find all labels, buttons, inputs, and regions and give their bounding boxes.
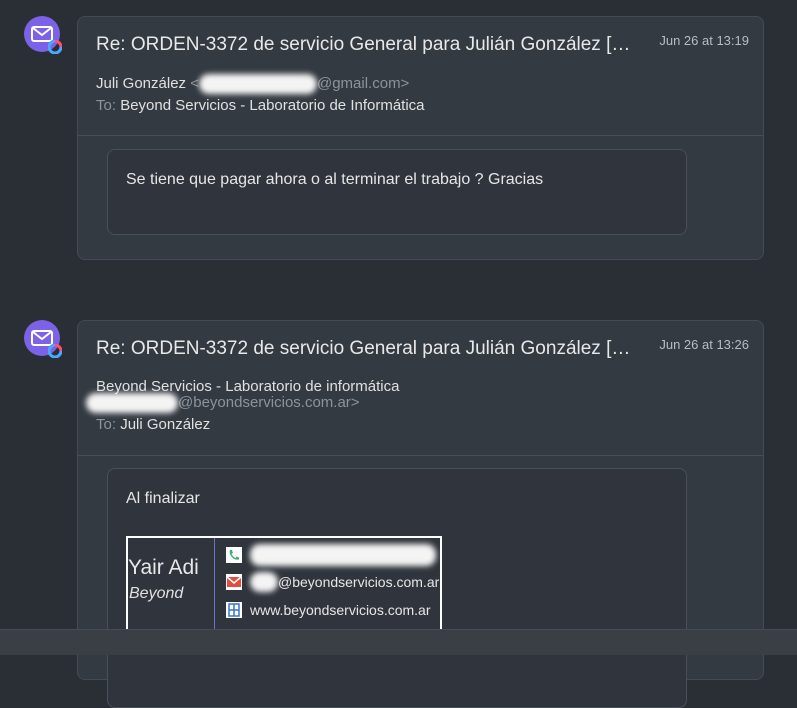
redacted-blur xyxy=(198,74,317,94)
email-signature: Yair Adi Beyond @beyondservicios.com.ar … xyxy=(126,536,442,636)
from-email-domain: @gmail.com> xyxy=(316,74,410,92)
redacted-blur xyxy=(86,393,178,413)
redacted-blur xyxy=(250,544,436,566)
web-icon xyxy=(226,602,242,618)
body-text: Se tiene que pagar ahora o al terminar e… xyxy=(126,171,544,188)
signature-divider xyxy=(214,538,215,636)
signature-name: Yair Adi xyxy=(128,556,199,579)
header-divider xyxy=(78,455,763,456)
message-subject[interactable]: Re: ORDEN-3372 de servicio General para … xyxy=(96,34,641,56)
message-body: Al finalizar Yair Adi Beyond @beyondserv… xyxy=(107,468,687,708)
signature-company: Beyond xyxy=(129,585,184,602)
app-badge-icon xyxy=(48,40,62,54)
from-email-line: @beyondservicios.com.ar> xyxy=(86,393,360,413)
message-card[interactable]: Re: ORDEN-3372 de servicio General para … xyxy=(77,320,764,708)
to-label: To: xyxy=(96,97,117,114)
signature-web-row: www.beyondservicios.com.ar xyxy=(226,602,431,618)
to-line: To: Juli González xyxy=(96,416,210,433)
phone-icon xyxy=(226,547,242,563)
signature-email-row: @beyondservicios.com.ar xyxy=(226,572,439,592)
sender-avatar[interactable] xyxy=(24,16,62,54)
redacted-blur xyxy=(250,572,278,592)
from-line: Juli González < @gmail.com> xyxy=(96,74,409,94)
message-date: Jun 26 at 13:26 xyxy=(659,337,749,352)
message-subject[interactable]: Re: ORDEN-3372 de servicio General para … xyxy=(96,338,641,360)
to-line: To: Beyond Servicios - Laboratorio de In… xyxy=(96,97,425,114)
from-email-open: < xyxy=(190,74,199,92)
message-date: Jun 26 at 13:19 xyxy=(659,33,749,48)
to-value[interactable]: Beyond Servicios - Laboratorio de Inform… xyxy=(120,97,424,114)
from-email-domain: @beyondservicios.com.ar> xyxy=(178,393,360,411)
from-name[interactable]: Juli González xyxy=(96,75,186,92)
message-card[interactable]: Re: ORDEN-3372 de servicio General para … xyxy=(77,16,764,260)
sender-avatar[interactable] xyxy=(24,320,62,358)
gmail-icon xyxy=(226,574,242,590)
signature-website[interactable]: www.beyondservicios.com.ar xyxy=(250,602,431,618)
header-divider xyxy=(78,135,763,136)
message-body: Se tiene que pagar ahora o al terminar e… xyxy=(107,149,687,235)
app-badge-icon xyxy=(48,344,62,358)
signature-phone-row xyxy=(226,544,436,566)
to-label: To: xyxy=(96,416,117,433)
to-value[interactable]: Juli González xyxy=(120,416,210,433)
signature-email[interactable]: @beyondservicios.com.ar xyxy=(278,574,439,590)
bottom-toolbar xyxy=(0,629,797,655)
body-text: Al finalizar xyxy=(126,490,200,507)
